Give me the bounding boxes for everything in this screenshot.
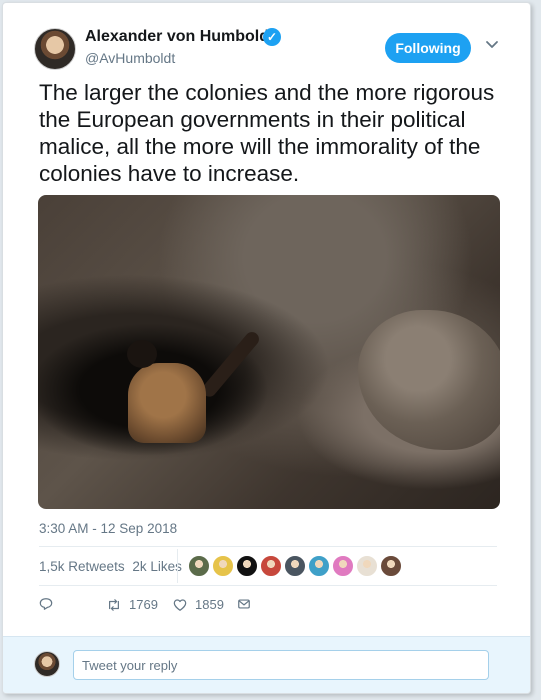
stats-divider <box>177 549 178 583</box>
tweet-card: Alexander von Humboldt ✓ @AvHumboldt Fol… <box>2 2 531 694</box>
photo-rock <box>358 310 500 450</box>
reply-bar <box>3 636 530 693</box>
direct-message-action[interactable] <box>237 597 251 611</box>
liker-avatar[interactable] <box>236 555 258 577</box>
liker-avatar[interactable] <box>284 555 306 577</box>
reply-input[interactable] <box>73 650 489 680</box>
likes-count: 2k <box>132 559 147 574</box>
liker-avatar[interactable] <box>356 555 378 577</box>
verified-badge-icon: ✓ <box>263 28 281 46</box>
tweet-header: Alexander von Humboldt ✓ @AvHumboldt Fol… <box>34 26 504 70</box>
photo-worker-head <box>127 340 157 368</box>
photo-worker-arm <box>199 329 262 400</box>
like-count: 1859 <box>195 597 224 612</box>
retweet-action[interactable]: 1769 <box>107 597 158 612</box>
liker-avatar[interactable] <box>380 555 402 577</box>
tweet-text: The larger the colonies and the more rig… <box>39 80 495 186</box>
likes-stat[interactable]: 2k Likes <box>132 559 182 574</box>
retweets-stat[interactable]: 1,5k Retweets <box>39 559 125 574</box>
tweet-timestamp[interactable]: 3:30 AM - 12 Sep 2018 <box>39 521 177 536</box>
liker-avatar[interactable] <box>308 555 330 577</box>
reply-icon <box>39 598 53 610</box>
retweets-label: Retweets <box>68 559 125 574</box>
heart-icon <box>173 598 187 611</box>
liker-avatar[interactable] <box>260 555 282 577</box>
author-avatar[interactable] <box>34 28 76 70</box>
author-handle[interactable]: @AvHumboldt <box>85 50 175 66</box>
retweet-icon <box>109 598 119 611</box>
reply-action[interactable] <box>39 597 53 611</box>
liker-avatar[interactable] <box>212 555 234 577</box>
envelope-icon <box>238 599 250 609</box>
current-user-avatar[interactable] <box>34 651 60 677</box>
like-action[interactable]: 1859 <box>173 597 224 612</box>
author-name[interactable]: Alexander von Humboldt <box>85 28 274 46</box>
following-button[interactable]: Following <box>385 33 471 63</box>
photo-worker <box>128 363 206 443</box>
divider <box>39 546 497 547</box>
liker-avatar[interactable] <box>188 555 210 577</box>
tweet-stats: 1,5k Retweets 2k Likes <box>39 559 186 574</box>
tweet-actions: 1769 1859 <box>39 597 339 615</box>
liker-avatar[interactable] <box>332 555 354 577</box>
tweet-photo[interactable] <box>38 195 500 509</box>
retweet-count: 1769 <box>129 597 158 612</box>
retweets-count: 1,5k <box>39 559 65 574</box>
divider <box>39 585 497 586</box>
chevron-down-icon[interactable] <box>484 36 500 52</box>
